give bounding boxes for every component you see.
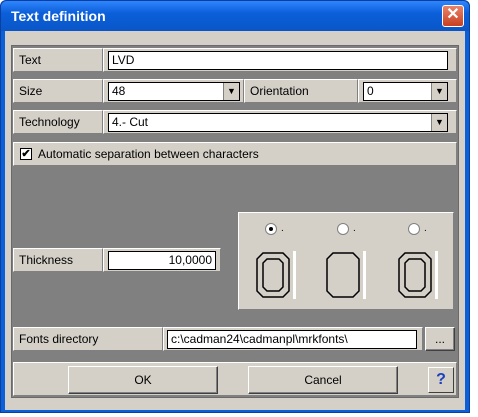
orientation-preview-icons bbox=[256, 251, 438, 299]
orientation-radio-2-dot: . bbox=[353, 223, 356, 234]
orientation-radio-2[interactable] bbox=[337, 223, 349, 235]
orientation-label-text: Orientation bbox=[250, 84, 309, 98]
cancel-button[interactable]: Cancel bbox=[248, 366, 398, 394]
ok-button-label: OK bbox=[134, 373, 152, 387]
chamfer-style-2-icon bbox=[326, 251, 366, 299]
technology-label: Technology bbox=[13, 110, 103, 134]
chevron-down-icon[interactable]: ▼ bbox=[223, 83, 239, 100]
size-label-text: Size bbox=[19, 84, 43, 98]
orientation-select[interactable]: 0 ▼ bbox=[363, 82, 448, 101]
technology-select-value: 4.- Cut bbox=[112, 115, 149, 129]
window-title: Text definition bbox=[11, 8, 106, 24]
dialog-window: Text definition ✕ Text LVD Size 48 ▼ Ori… bbox=[0, 0, 470, 413]
orientation-radio-1[interactable] bbox=[265, 223, 277, 235]
text-label-text: Text bbox=[19, 53, 42, 67]
auto-separation-label: Automatic separation between characters bbox=[38, 147, 259, 161]
settings-panel: Text LVD Size 48 ▼ Orientation 0 ▼ Techn… bbox=[11, 45, 459, 398]
cancel-button-label: Cancel bbox=[304, 373, 342, 387]
thickness-input[interactable]: 10,0000 bbox=[108, 251, 216, 270]
auto-separation-row: ✔ Automatic separation between character… bbox=[13, 142, 457, 166]
chamfer-style-3-icon bbox=[398, 251, 438, 299]
close-button[interactable]: ✕ bbox=[442, 5, 464, 27]
browse-fonts-label: ... bbox=[434, 332, 445, 346]
technology-label-text: Technology bbox=[19, 115, 80, 129]
text-input[interactable]: LVD bbox=[108, 51, 448, 70]
size-label: Size bbox=[13, 79, 103, 103]
orientation-select-value: 0 bbox=[367, 84, 374, 98]
thickness-label: Thickness bbox=[13, 248, 103, 272]
chevron-down-icon[interactable]: ▼ bbox=[431, 114, 447, 131]
browse-fonts-button[interactable]: ... bbox=[425, 327, 455, 351]
fonts-directory-label-text: Fonts directory bbox=[19, 332, 99, 346]
help-button[interactable]: ? bbox=[428, 367, 454, 393]
check-icon: ✔ bbox=[21, 148, 31, 160]
help-icon: ? bbox=[436, 371, 446, 388]
ok-button[interactable]: OK bbox=[68, 366, 218, 394]
chamfer-style-1-icon bbox=[256, 251, 296, 299]
orientation-radio-3-dot: . bbox=[424, 223, 427, 234]
fonts-directory-label: Fonts directory bbox=[13, 327, 163, 351]
orientation-radio-1-dot: . bbox=[281, 223, 284, 234]
size-select[interactable]: 48 ▼ bbox=[108, 82, 240, 101]
orientation-radio-3[interactable] bbox=[408, 223, 420, 235]
title-bar[interactable]: Text definition ✕ bbox=[1, 1, 469, 31]
close-icon: ✕ bbox=[446, 6, 460, 23]
dialog-client-area: Text LVD Size 48 ▼ Orientation 0 ▼ Techn… bbox=[5, 31, 465, 410]
fonts-directory-input[interactable]: c:\cadman24\cadmanpl\mrkfonts\ bbox=[167, 330, 417, 349]
text-label: Text bbox=[13, 48, 103, 72]
size-select-value: 48 bbox=[112, 84, 126, 98]
technology-select[interactable]: 4.- Cut ▼ bbox=[108, 113, 448, 132]
orientation-label: Orientation bbox=[244, 79, 358, 103]
chevron-down-icon[interactable]: ▼ bbox=[431, 83, 447, 100]
auto-separation-checkbox[interactable]: ✔ bbox=[20, 148, 32, 160]
orientation-options-box: . . . bbox=[238, 212, 454, 310]
thickness-label-text: Thickness bbox=[19, 253, 74, 267]
